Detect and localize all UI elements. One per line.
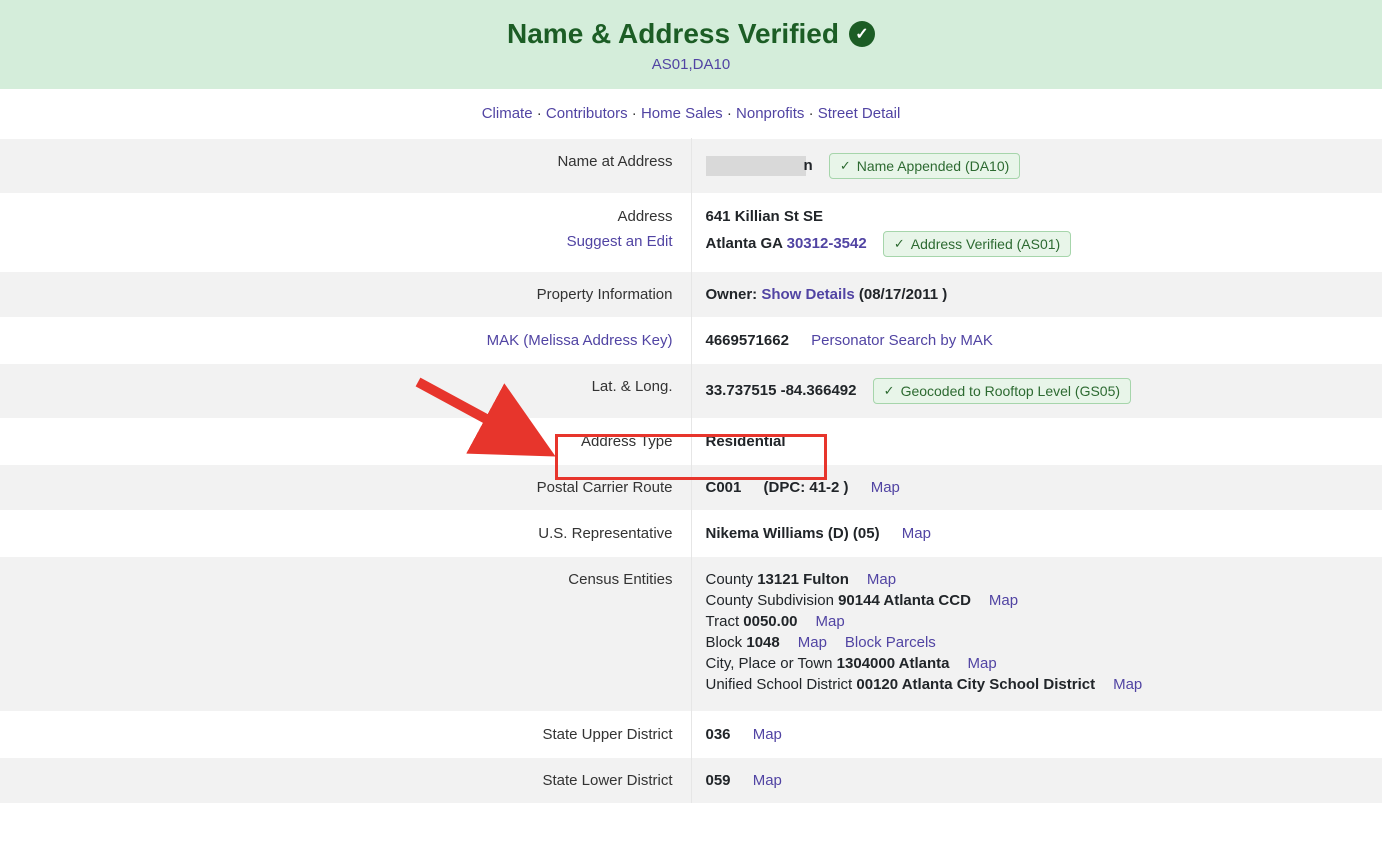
verification-banner: Name & Address Verified ✓ AS01,DA10 — [0, 0, 1382, 89]
block-parcels-link[interactable]: Block Parcels — [845, 634, 936, 651]
label-name-at-address: Name at Address — [0, 139, 691, 194]
nav-contributors[interactable]: Contributors — [546, 105, 628, 122]
check-icon: ✓ — [840, 158, 851, 174]
census-tract-map[interactable]: Map — [816, 613, 845, 630]
label-property-info: Property Information — [0, 272, 691, 318]
row-address-type: Address Type Residential — [0, 419, 1382, 465]
census-block: 1048 — [746, 634, 779, 651]
verification-codes: AS01,DA10 — [0, 56, 1382, 73]
label-census: Census Entities — [0, 557, 691, 712]
nav-climate[interactable]: Climate — [482, 105, 533, 122]
census-school-map[interactable]: Map — [1113, 676, 1142, 693]
property-date: (08/17/2011 ) — [855, 286, 948, 303]
check-circle-icon: ✓ — [849, 21, 875, 47]
census-school: 00120 Atlanta City School District — [856, 676, 1095, 693]
badge-address-verified: ✓Address Verified (AS01) — [883, 231, 1071, 257]
state-upper-map[interactable]: Map — [753, 726, 782, 743]
dpc-value: (DPC: 41-2 ) — [764, 479, 849, 496]
show-details-link[interactable]: Show Details — [761, 286, 854, 303]
census-city-map[interactable]: Map — [968, 655, 997, 672]
address-city-state: Atlanta GA — [706, 235, 787, 252]
codes-link[interactable]: AS01,DA10 — [652, 56, 730, 73]
section-nav: Climate · Contributors · Home Sales · No… — [0, 89, 1382, 138]
label-address-type: Address Type — [0, 419, 691, 465]
census-subdivision: 90144 Atlanta CCD — [838, 592, 971, 609]
address-line1: 641 Killian St SE — [706, 208, 1371, 225]
badge-name-appended: ✓Name Appended (DA10) — [829, 153, 1020, 179]
address-zip-link[interactable]: 30312-3542 — [787, 235, 867, 252]
state-lower-map[interactable]: Map — [753, 772, 782, 789]
check-icon: ✓ — [884, 383, 895, 399]
badge-geocoded: ✓Geocoded to Rooftop Level (GS05) — [873, 378, 1131, 404]
label-address: Address — [617, 208, 672, 225]
census-city: 1304000 Atlanta — [837, 655, 950, 672]
census-subdivision-map[interactable]: Map — [989, 592, 1018, 609]
row-state-upper: State Upper District 036 Map — [0, 712, 1382, 758]
postal-route-value: C001 — [706, 479, 742, 496]
redacted-name — [706, 156, 806, 176]
label-us-rep: U.S. Representative — [0, 511, 691, 557]
label-postal-route: Postal Carrier Route — [0, 465, 691, 511]
label-state-upper: State Upper District — [0, 712, 691, 758]
state-upper-value: 036 — [706, 726, 731, 743]
row-us-rep: U.S. Representative Nikema Williams (D) … — [0, 511, 1382, 557]
address-type-value: Residential — [706, 433, 786, 450]
mak-label-link[interactable]: MAK (Melissa Address Key) — [487, 332, 673, 349]
row-census: Census Entities County 13121 FultonMap C… — [0, 557, 1382, 712]
row-postal-route: Postal Carrier Route C001 (DPC: 41-2 ) M… — [0, 465, 1382, 511]
census-tract: 0050.00 — [743, 613, 797, 630]
title-text: Name & Address Verified — [507, 18, 839, 50]
name-suffix: n — [804, 157, 813, 174]
row-state-lower: State Lower District 059 Map — [0, 758, 1382, 804]
row-latlong: Lat. & Long. 33.737515 -84.366492 ✓Geoco… — [0, 364, 1382, 419]
row-mak: MAK (Melissa Address Key) 4669571662 Per… — [0, 318, 1382, 364]
personator-search-link[interactable]: Personator Search by MAK — [811, 332, 993, 349]
owner-prefix: Owner: — [706, 286, 762, 303]
row-name-at-address: Name at Address n ✓Name Appended (DA10) — [0, 139, 1382, 194]
state-lower-value: 059 — [706, 772, 731, 789]
row-address: Address Suggest an Edit 641 Killian St S… — [0, 194, 1382, 272]
label-state-lower: State Lower District — [0, 758, 691, 804]
postal-map-link[interactable]: Map — [871, 479, 900, 496]
nav-nonprofits[interactable]: Nonprofits — [736, 105, 804, 122]
suggest-edit-link[interactable]: Suggest an Edit — [12, 233, 673, 250]
census-county: 13121 Fulton — [757, 571, 849, 588]
nav-home-sales[interactable]: Home Sales — [641, 105, 723, 122]
census-county-map[interactable]: Map — [867, 571, 896, 588]
label-latlong: Lat. & Long. — [0, 364, 691, 419]
row-property-info: Property Information Owner: Show Details… — [0, 272, 1382, 318]
latlong-value: 33.737515 -84.366492 — [706, 382, 857, 399]
address-details-table: Name at Address n ✓Name Appended (DA10) … — [0, 138, 1382, 803]
census-block-map[interactable]: Map — [798, 634, 827, 651]
mak-value: 4669571662 — [706, 332, 789, 349]
us-rep-map-link[interactable]: Map — [902, 525, 931, 542]
check-icon: ✓ — [894, 236, 905, 252]
nav-street-detail[interactable]: Street Detail — [818, 105, 901, 122]
page-title: Name & Address Verified ✓ — [507, 18, 875, 50]
us-rep-value: Nikema Williams (D) (05) — [706, 525, 880, 542]
